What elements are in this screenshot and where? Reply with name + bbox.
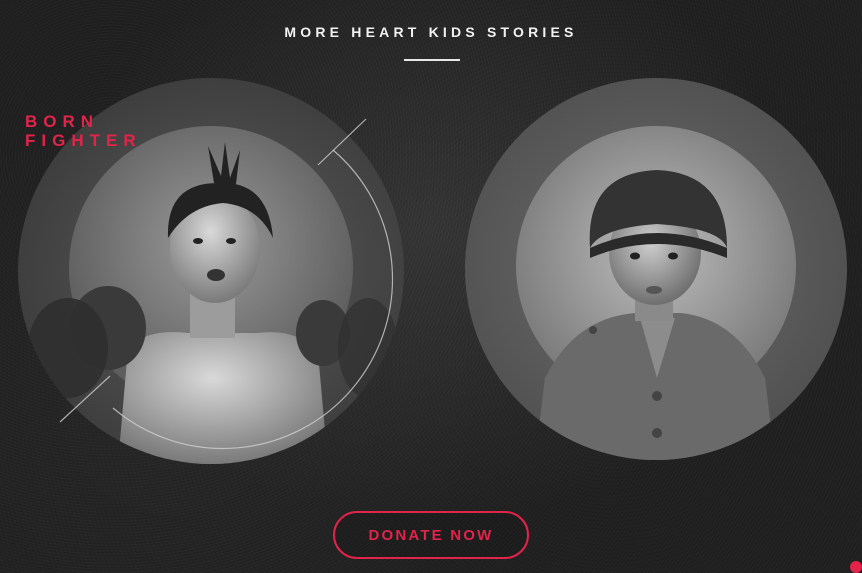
title-divider (404, 59, 460, 61)
donate-now-button[interactable]: DONATE NOW (333, 511, 529, 559)
story-image-soldier (465, 78, 847, 460)
story-tag-born-fighter: BORN FIGHTER (25, 112, 142, 150)
story-card-soldier[interactable] (465, 78, 847, 460)
page-title: MORE HEART KIDS STORIES (284, 24, 578, 40)
dot-icon[interactable] (850, 561, 862, 573)
